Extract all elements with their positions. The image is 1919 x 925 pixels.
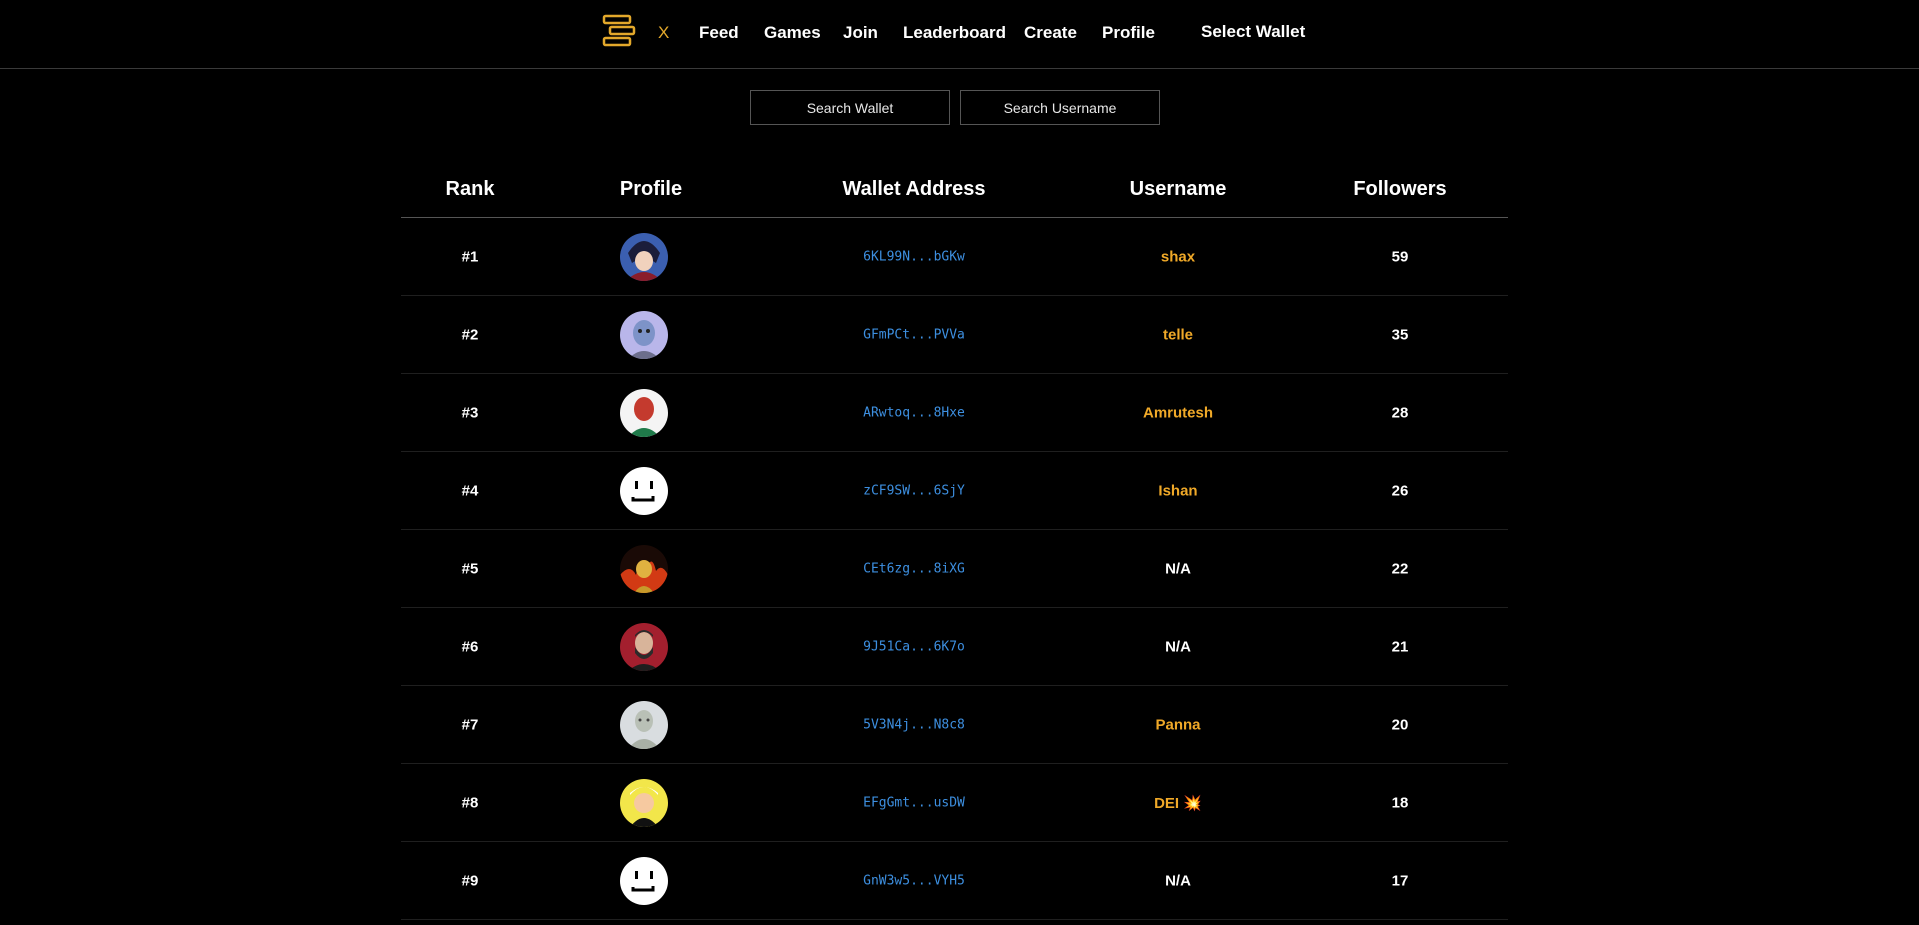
wallet-address-link[interactable]: 9J51Ca...6K7o [863,639,965,654]
logo-icon[interactable] [602,14,636,48]
wallet-address-link[interactable]: GFmPCt...PVVa [863,327,965,342]
header-profile: Profile [619,178,683,200]
header-followers: Followers [1353,178,1447,200]
username-cell[interactable]: Amrutesh [1143,404,1213,421]
rank-cell: #7 [461,716,479,733]
default-smiley-avatar[interactable] [620,856,668,905]
username-cell[interactable]: telle [1163,326,1193,343]
followers-count: 28 [1391,404,1409,421]
followers-count: 22 [1391,560,1409,577]
fire-character-avatar[interactable] [620,544,668,593]
username-cell[interactable]: Ishan [1158,482,1197,499]
yellow-character-avatar[interactable] [620,778,668,827]
username-cell[interactable]: Panna [1155,716,1200,733]
nav-link-games[interactable]: Games [764,23,821,43]
nav-link-join[interactable]: Join [843,23,878,43]
anime-character-avatar[interactable] [620,232,668,281]
search-wallet-input[interactable] [750,90,950,125]
nav-link-create[interactable]: Create [1024,23,1077,43]
table-row: #9 GnW3w5...VYH5 N/A 17 [401,842,1508,920]
rank-cell: #2 [461,326,479,343]
rank-cell: #3 [461,404,479,421]
rank-cell: #9 [461,872,479,889]
wallet-address-link[interactable]: zCF9SW...6SjY [863,483,965,498]
username-cell: N/A [1165,872,1191,889]
followers-count: 35 [1391,326,1409,343]
wallet-address-link[interactable]: CEt6zg...8iXG [863,561,965,576]
wallet-address-link[interactable]: 5V3N4j...N8c8 [863,717,965,732]
table-row: #2 GFmPCt...PVVa telle 35 [401,296,1508,374]
username-cell[interactable]: shax [1161,248,1195,265]
x-link[interactable]: X [658,23,669,43]
username-cell: N/A [1165,560,1191,577]
followers-count: 59 [1391,248,1409,265]
leaderboard-table: Rank Profile Wallet Address Username Fol… [401,160,1508,920]
table-body: #1 6KL99N...bGKw shax 59 #2 GFmPCt...PVVa tell… [401,218,1508,920]
nav-link-feed[interactable]: Feed [699,23,739,43]
table-row: #8 EFgGmt...usDW DEI 💥 18 [401,764,1508,842]
wallet-address-link[interactable]: ARwtoq...8Hxe [863,405,965,420]
rank-cell: #8 [461,794,479,811]
masked-character-avatar[interactable] [620,388,668,437]
alien-character-avatar[interactable] [620,310,668,359]
rank-cell: #6 [461,638,479,655]
followers-count: 18 [1391,794,1409,811]
wallet-address-link[interactable]: 6KL99N...bGKw [863,249,965,264]
followers-count: 26 [1391,482,1409,499]
rank-cell: #5 [461,560,479,577]
header-username: Username [1129,178,1227,200]
rank-cell: #4 [461,482,479,499]
search-username-input[interactable] [960,90,1160,125]
nav-link-leaderboard[interactable]: Leaderboard [903,23,1006,43]
followers-count: 17 [1391,872,1409,889]
table-row: #6 9J51Ca...6K7o N/A 21 [401,608,1508,686]
followers-count: 20 [1391,716,1409,733]
table-row: #5 CEt6zg...8iXG N/A 22 [401,530,1508,608]
rank-cell: #1 [461,248,479,265]
header-rank: Rank [445,178,495,200]
select-wallet-button[interactable]: Select Wallet [1201,22,1305,42]
default-smiley-avatar[interactable] [620,466,668,515]
table-row: #3 ARwtoq...8Hxe Amrutesh 28 [401,374,1508,452]
table-row: #4 zCF9SW...6SjY Ishan 26 [401,452,1508,530]
statue-character-avatar[interactable] [620,700,668,749]
header-wallet-address: Wallet Address [842,178,986,200]
username-cell: N/A [1165,638,1191,655]
table-header: Rank Profile Wallet Address Username Fol… [401,160,1508,218]
table-row: #7 5V3N4j...N8c8 Panna 20 [401,686,1508,764]
wallet-address-link[interactable]: EFgGmt...usDW [863,795,965,810]
username-cell[interactable]: DEI 💥 [1154,794,1202,812]
table-row: #1 6KL99N...bGKw shax 59 [401,218,1508,296]
wallet-address-link[interactable]: GnW3w5...VYH5 [863,873,965,888]
nav-link-profile[interactable]: Profile [1102,23,1155,43]
bearded-man-avatar[interactable] [620,622,668,671]
followers-count: 21 [1391,638,1409,655]
top-navbar: X Feed Games Join Leaderboard Create Pro… [0,0,1919,69]
